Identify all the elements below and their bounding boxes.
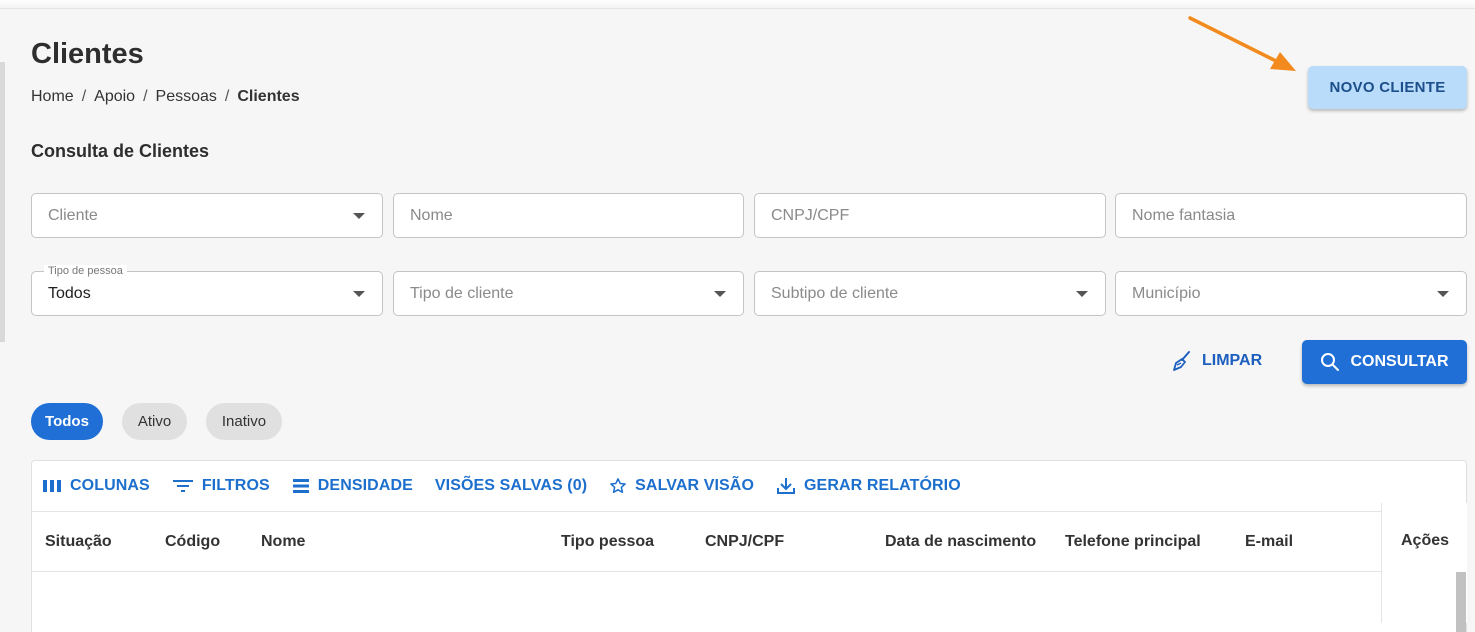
broom-icon [1173, 351, 1190, 371]
search-section-title: Consulta de Clientes [31, 141, 210, 161]
tipo-pessoa-select[interactable]: Tipo de pessoa Todos [31, 265, 383, 316]
density-label: DENSIDADE [317, 477, 413, 494]
search-icon [1321, 353, 1340, 371]
chevron-down-icon [1076, 291, 1088, 297]
cliente-select[interactable]: Cliente [31, 193, 383, 238]
filter-icon [172, 480, 193, 492]
nome-fantasia-input[interactable]: Nome fantasia [1115, 193, 1467, 238]
column-header-cnpj-cpf[interactable]: CNPJ/CPF [705, 512, 784, 571]
breadcrumb-item-pessoas[interactable]: Pessoas [156, 88, 217, 106]
cnpj-cpf-input[interactable]: CNPJ/CPF [754, 193, 1106, 238]
subtipo-cliente-select[interactable]: Subtipo de cliente [754, 271, 1106, 316]
filters-button[interactable]: FILTROS [172, 477, 270, 495]
columns-button[interactable]: COLUNAS [42, 477, 150, 495]
columns-label: COLUNAS [70, 477, 150, 494]
generate-report-label: GERAR RELATÓRIO [804, 477, 961, 494]
tipo-cliente-placeholder: Tipo de cliente [410, 284, 514, 302]
grid-toolbar: COLUNAS FILTROS DENSIDADE VISÕES SALVAS … [42, 473, 961, 499]
breadcrumb-separator: / [81, 88, 87, 105]
subtipo-cliente-placeholder: Subtipo de cliente [771, 284, 899, 302]
columns-icon [43, 480, 61, 492]
new-client-button[interactable]: NOVO CLIENTE [1308, 66, 1467, 109]
clear-button[interactable]: LIMPAR [1168, 346, 1266, 376]
grid-scrollbar[interactable] [1456, 572, 1466, 632]
tipo-cliente-select[interactable]: Tipo de cliente [393, 271, 744, 316]
generate-report-button[interactable]: GERAR RELATÓRIO [776, 477, 961, 495]
column-header-telefone[interactable]: Telefone principal [1065, 512, 1201, 571]
nome-input[interactable]: Nome [393, 193, 744, 238]
municipio-select[interactable]: Município [1115, 271, 1467, 316]
nome-placeholder: Nome [410, 206, 453, 224]
chevron-down-icon [353, 213, 365, 219]
grid-header-row: Situação Código Nome Tipo pessoa CNPJ/CP… [32, 511, 1466, 572]
search-button-label: CONSULTAR [1350, 353, 1449, 370]
page-title: Clientes [31, 38, 144, 70]
breadcrumb-item-home[interactable]: Home [31, 88, 74, 106]
breadcrumb-item-clientes: Clientes [237, 88, 300, 105]
status-chip-todos[interactable]: Todos [31, 403, 103, 440]
column-header-tipo-pessoa[interactable]: Tipo pessoa [561, 512, 654, 571]
breadcrumb: Home / Apoio / Pessoas / Clientes [31, 88, 300, 106]
actions-column: Ações [1381, 503, 1467, 623]
clear-button-label: LIMPAR [1202, 352, 1263, 369]
column-header-codigo[interactable]: Código [165, 512, 220, 571]
tipo-pessoa-label: Tipo de pessoa [44, 265, 127, 277]
status-chip-inativo[interactable]: Inativo [206, 403, 282, 440]
municipio-placeholder: Município [1132, 284, 1201, 302]
clients-grid: COLUNAS FILTROS DENSIDADE VISÕES SALVAS … [31, 460, 1467, 632]
breadcrumb-separator: / [224, 88, 230, 105]
column-header-situacao[interactable]: Situação [45, 512, 112, 571]
saved-views-button[interactable]: VISÕES SALVAS (0) [435, 477, 587, 495]
status-chip-ativo[interactable]: Ativo [122, 403, 187, 440]
density-icon [292, 479, 309, 493]
chevron-down-icon [714, 291, 726, 297]
star-icon [610, 478, 627, 494]
breadcrumb-item-apoio[interactable]: Apoio [94, 88, 135, 106]
column-header-nome[interactable]: Nome [261, 512, 305, 571]
download-icon [777, 478, 795, 494]
annotation-arrow-icon [1188, 16, 1296, 71]
column-header-acoes: Ações [1400, 531, 1450, 549]
left-rail [0, 62, 5, 342]
column-header-data-nascimento[interactable]: Data de nascimento [885, 512, 1036, 571]
chevron-down-icon [1437, 291, 1449, 297]
density-button[interactable]: DENSIDADE [292, 477, 413, 495]
search-button[interactable]: CONSULTAR [1302, 340, 1467, 384]
saved-views-label: VISÕES SALVAS (0) [434, 477, 588, 494]
chevron-down-icon [353, 291, 365, 297]
save-view-button[interactable]: SALVAR VISÃO [609, 477, 754, 495]
top-bar [0, 0, 1475, 9]
tipo-pessoa-value: Todos [48, 284, 91, 302]
save-view-label: SALVAR VISÃO [635, 477, 754, 494]
breadcrumb-separator: / [143, 88, 148, 105]
cliente-placeholder: Cliente [48, 206, 98, 224]
nome-fantasia-placeholder: Nome fantasia [1132, 206, 1236, 224]
filters-label: FILTROS [201, 477, 270, 494]
cnpj-cpf-placeholder: CNPJ/CPF [771, 206, 850, 224]
column-header-email[interactable]: E-mail [1245, 512, 1293, 571]
